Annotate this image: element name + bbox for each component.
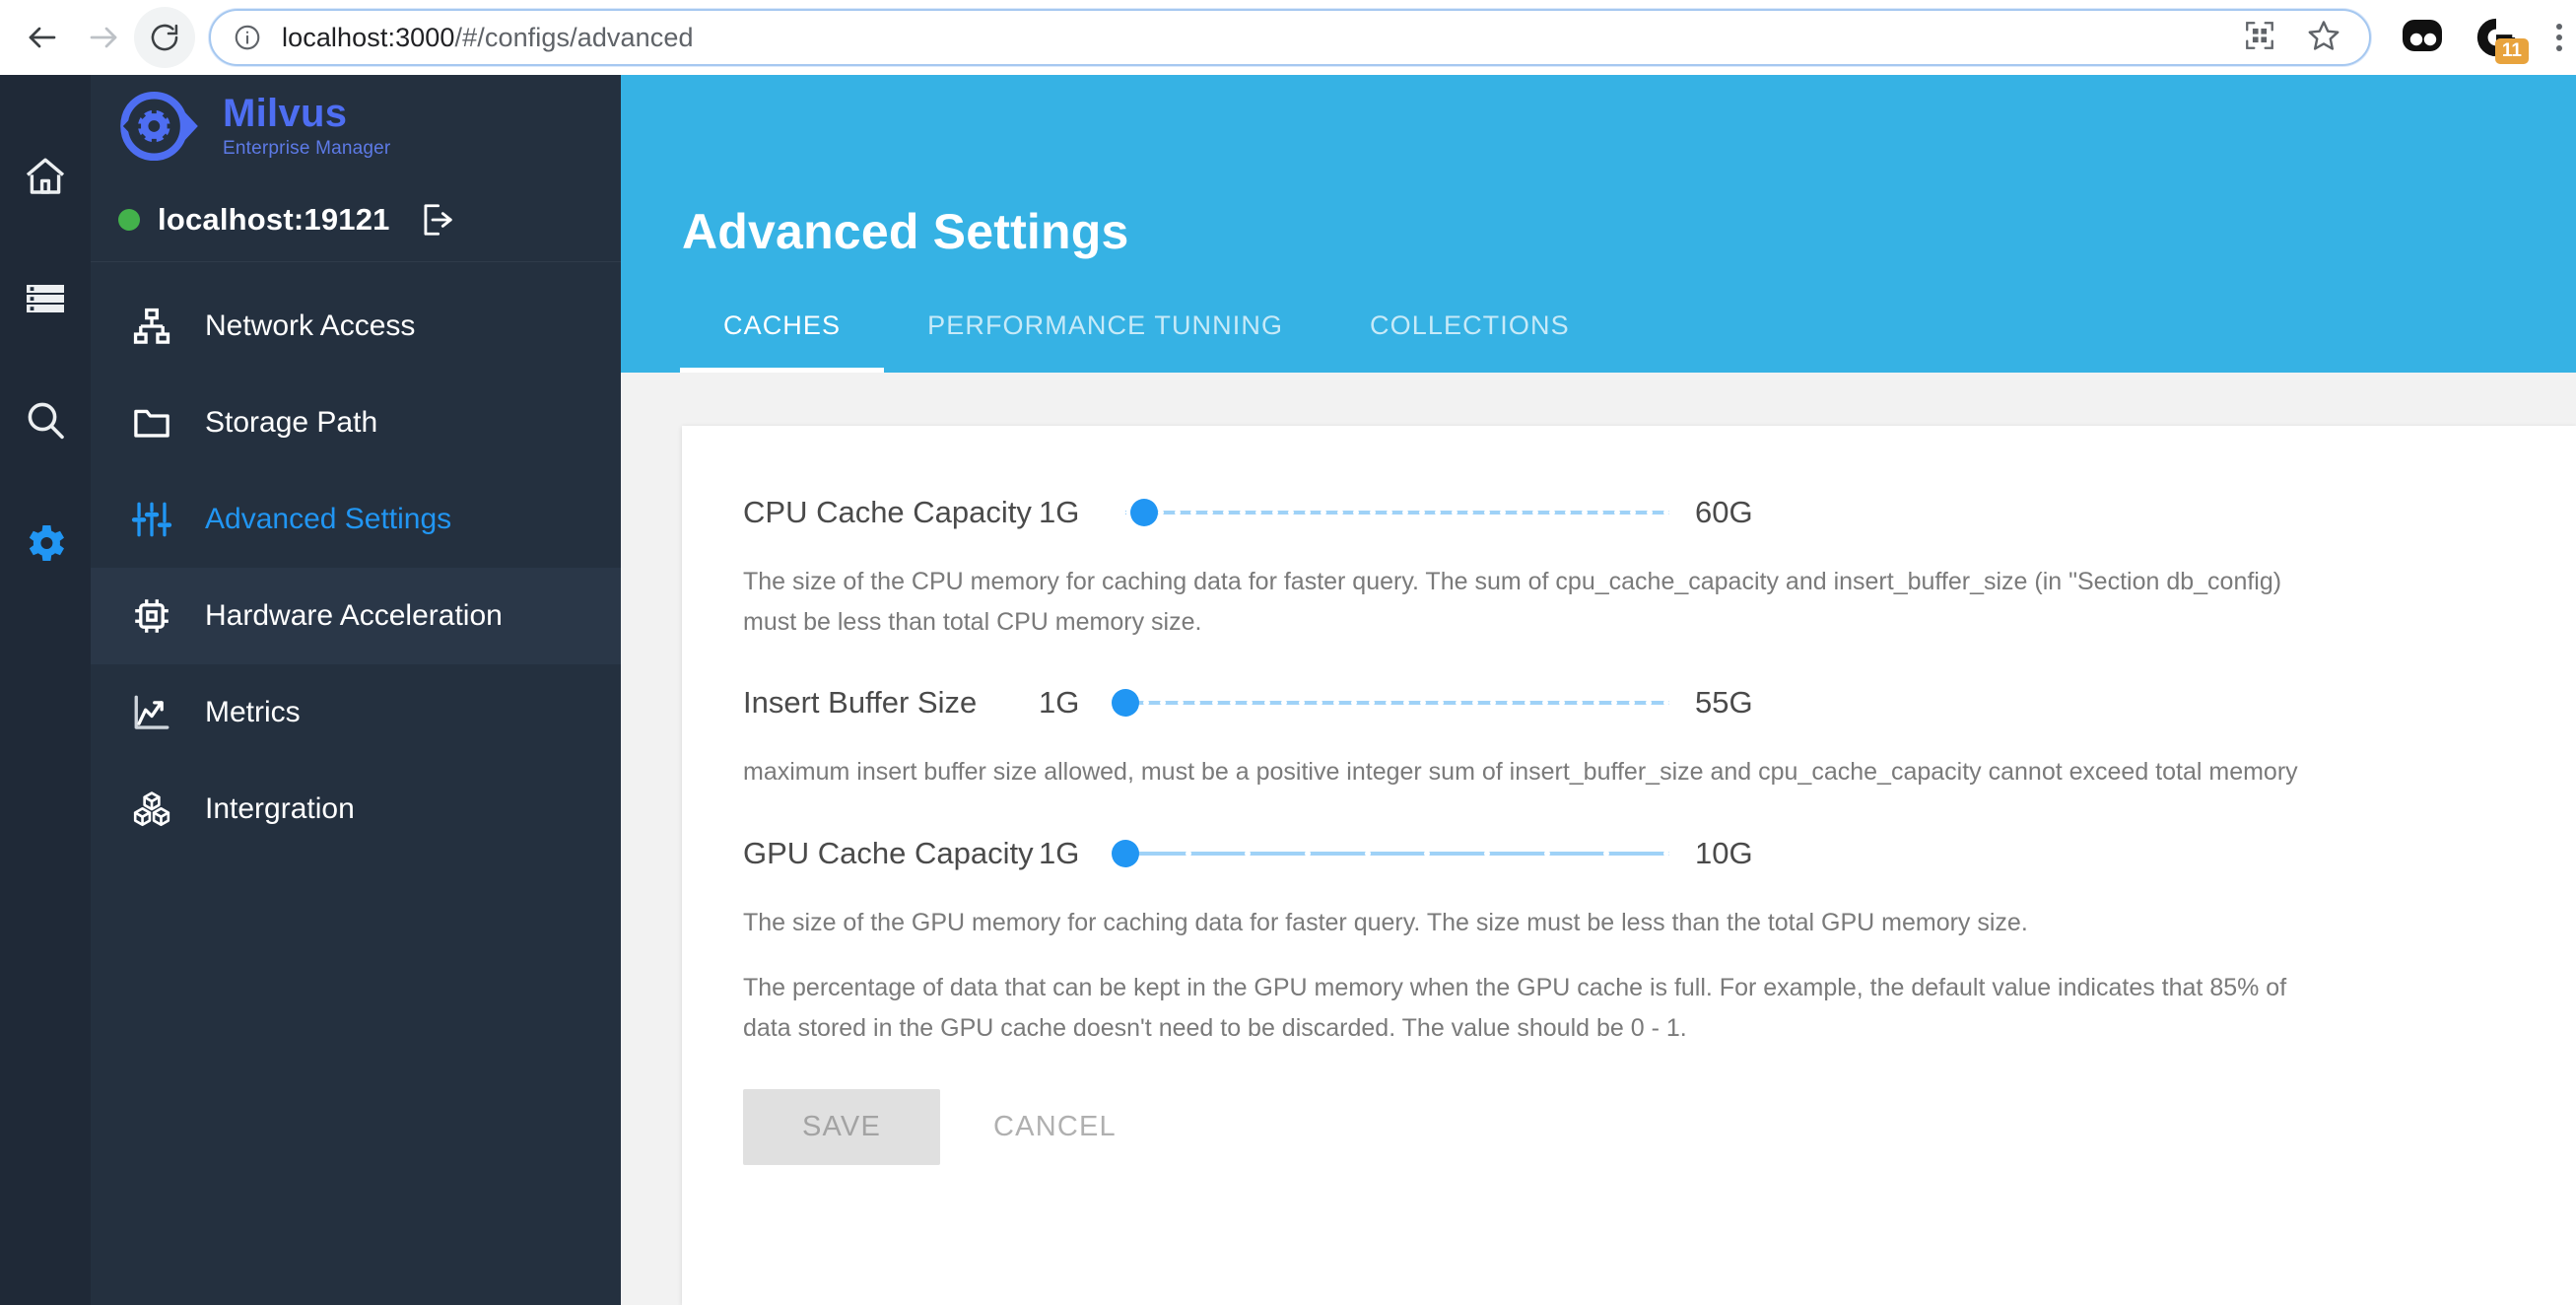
sidebar-item-metrics[interactable]: Metrics xyxy=(91,664,621,761)
slider-insert-buffer-size[interactable] xyxy=(1112,685,1669,721)
extension-icon-2[interactable]: 11 xyxy=(2474,15,2529,64)
slider-cpu-cache-capacity[interactable] xyxy=(1125,495,1669,530)
brand-logo[interactable]: Milvus Enterprise Manager xyxy=(91,75,621,177)
setting-row-insert-buffer-size: Insert Buffer Size 1G 55G xyxy=(743,675,2576,730)
home-icon xyxy=(26,158,65,194)
sidebar-item-network-access[interactable]: Network Access xyxy=(91,278,621,375)
search-icon xyxy=(28,402,64,440)
host-status-row[interactable]: localhost:19121 xyxy=(91,177,621,262)
cancel-button[interactable]: CANCEL xyxy=(958,1089,1152,1165)
page-hero: Advanced Settings CACHES PERFORMANCE TUN… xyxy=(621,75,2576,373)
setting-label: CPU Cache Capacity xyxy=(743,495,1032,529)
gear-icon xyxy=(29,525,64,561)
logout-icon xyxy=(424,203,452,236)
address-bar[interactable]: localhost:3000/#/configs/advanced xyxy=(209,9,2371,66)
sidebar-item-label: Hardware Acceleration xyxy=(205,599,503,632)
tab-performance-tunning[interactable]: PERFORMANCE TUNNING xyxy=(884,278,1326,373)
url-text: localhost:3000/#/configs/advanced xyxy=(282,23,2243,53)
forward-arrow-icon xyxy=(90,27,117,48)
sidebar-item-storage-path[interactable]: Storage Path xyxy=(91,375,621,471)
content-area: CPU Cache Capacity 1G 60G The size of th… xyxy=(621,373,2576,1305)
milvus-eye-gear-logo-icon xyxy=(120,91,198,162)
status-indicator-dot xyxy=(118,208,140,231)
sidebar-item-advanced-settings[interactable]: Advanced Settings xyxy=(91,471,621,568)
save-button[interactable]: SAVE xyxy=(743,1089,941,1165)
qr-code-icon[interactable] xyxy=(2243,19,2276,57)
slider-marks xyxy=(1125,509,1669,516)
setting-description: maximum insert buffer size allowed, must… xyxy=(743,758,2298,786)
setting-description-secondary: The percentage of data that can be kept … xyxy=(743,974,2287,1042)
rail-item-search[interactable] xyxy=(15,390,76,451)
star-bookmark-icon[interactable] xyxy=(2306,18,2341,58)
settings-card: CPU Cache Capacity 1G 60G The size of th… xyxy=(682,426,2576,1305)
sitemap-icon xyxy=(130,306,173,347)
tab-bar: CACHES PERFORMANCE TUNNING COLLECTIONS xyxy=(680,278,1613,373)
setting-label: GPU Cache Capacity xyxy=(743,835,1034,870)
app-root: Milvus Enterprise Manager localhost:1912… xyxy=(0,75,2576,1305)
brand-subtitle: Enterprise Manager xyxy=(223,138,391,159)
tune-sliders-icon xyxy=(130,499,173,540)
sidebar-item-label: Network Access xyxy=(205,309,416,342)
line-chart-icon xyxy=(130,692,173,733)
slider-thumb[interactable] xyxy=(1112,689,1139,717)
back-button[interactable] xyxy=(12,7,73,68)
reload-icon xyxy=(151,24,178,51)
extension-icon-1[interactable] xyxy=(2399,12,2446,64)
sidebar-item-label: Storage Path xyxy=(205,406,378,439)
slider-marks xyxy=(1125,850,1669,858)
folder-icon xyxy=(130,402,173,444)
setting-row-gpu-cache-capacity: GPU Cache Capacity 1G 10G xyxy=(743,826,2576,881)
brand-name: Milvus xyxy=(223,92,348,135)
slider-max-label: 60G xyxy=(1695,495,1753,529)
chip-icon xyxy=(130,595,173,637)
rail-item-home[interactable] xyxy=(15,146,76,207)
sidebar-menu: Network Access Storage Path Advanced Set… xyxy=(91,262,621,858)
logout-button[interactable] xyxy=(418,201,455,239)
slider-min-label: 1G xyxy=(1039,495,1080,529)
page-title: Advanced Settings xyxy=(682,204,1129,259)
database-icon xyxy=(27,285,64,312)
sidebar-item-hardware-acceleration[interactable]: Hardware Acceleration xyxy=(91,568,621,664)
site-info-icon[interactable] xyxy=(233,23,262,52)
sidebar-item-label: Advanced Settings xyxy=(205,503,452,535)
icon-rail xyxy=(0,75,91,1305)
browser-menu-button[interactable] xyxy=(2546,24,2576,51)
host-address: localhost:19121 xyxy=(158,201,390,237)
reload-button[interactable] xyxy=(134,7,195,68)
setting-label: Insert Buffer Size xyxy=(743,685,978,720)
slider-thumb[interactable] xyxy=(1129,499,1158,526)
back-arrow-icon xyxy=(29,27,56,48)
extension-badge-count: 11 xyxy=(2494,38,2529,64)
rail-item-settings[interactable] xyxy=(15,513,76,574)
tab-caches[interactable]: CACHES xyxy=(680,278,885,373)
url-path: /#/configs/advanced xyxy=(454,22,694,52)
url-host: localhost:3000 xyxy=(282,22,455,52)
form-actions: SAVE CANCEL xyxy=(743,1089,2576,1165)
slider-max-label: 10G xyxy=(1695,835,1753,870)
setting-description: The size of the GPU memory for caching d… xyxy=(743,908,2028,936)
browser-toolbar: localhost:3000/#/configs/advanced 11 xyxy=(0,0,2576,75)
slider-thumb[interactable] xyxy=(1112,839,1139,867)
sidebar: Milvus Enterprise Manager localhost:1912… xyxy=(91,75,621,1305)
cubes-icon xyxy=(130,789,173,830)
setting-row-cpu-cache-capacity: CPU Cache Capacity 1G 60G xyxy=(743,485,2576,540)
sidebar-item-label: Metrics xyxy=(205,696,301,728)
tab-collections[interactable]: COLLECTIONS xyxy=(1326,278,1613,373)
forward-button[interactable] xyxy=(73,7,134,68)
rail-item-databases[interactable] xyxy=(15,268,76,329)
slider-max-label: 55G xyxy=(1695,685,1753,720)
extension-toolbar: 11 xyxy=(2371,12,2576,64)
sidebar-item-label: Intergration xyxy=(205,792,355,825)
sidebar-item-intergration[interactable]: Intergration xyxy=(91,761,621,858)
main-area: Advanced Settings CACHES PERFORMANCE TUN… xyxy=(621,75,2576,1305)
setting-description: The size of the CPU memory for caching d… xyxy=(743,568,2282,636)
slider-marks xyxy=(1125,699,1669,707)
slider-gpu-cache-capacity[interactable] xyxy=(1112,836,1669,871)
